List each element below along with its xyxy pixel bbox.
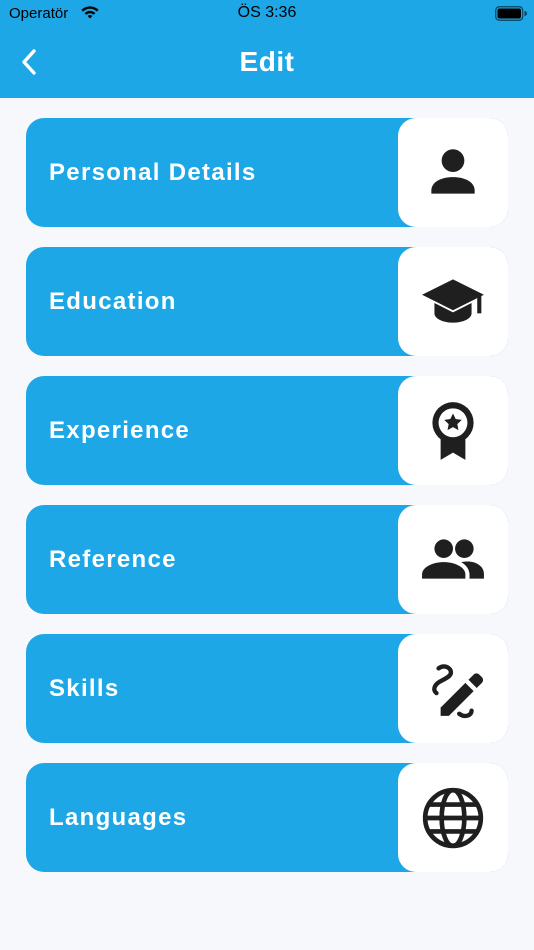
menu-item-label: Skills	[49, 674, 120, 702]
award-badge-icon	[432, 401, 474, 460]
menu-item-label: Languages	[49, 803, 188, 831]
battery-icon	[495, 6, 527, 21]
menu-item-label: Reference	[49, 545, 177, 573]
menu-item-reference[interactable]: Reference	[26, 505, 508, 614]
icon-box	[398, 118, 508, 227]
app-header: Operatör ÖS 3:36 Edit	[0, 0, 534, 98]
menu-item-skills[interactable]: Skills	[26, 634, 508, 743]
menu-item-label: Education	[49, 287, 177, 315]
page-title: Edit	[239, 46, 295, 77]
pencil-skills-icon	[432, 663, 484, 718]
menu-item-personal-details[interactable]: Personal Details	[26, 118, 508, 227]
status-bar: Operatör ÖS 3:36	[0, 0, 534, 28]
status-time: ÖS 3:36	[237, 4, 297, 21]
icon-box	[398, 634, 508, 743]
people-icon	[422, 538, 484, 579]
graduation-cap-icon	[422, 278, 484, 323]
menu-item-education[interactable]: Education	[26, 247, 508, 356]
icon-box	[398, 247, 508, 356]
icon-box	[398, 505, 508, 614]
menu-item-label: Experience	[49, 416, 191, 444]
menu-item-languages[interactable]: Languages	[26, 763, 508, 872]
icon-box	[398, 763, 508, 872]
globe-icon	[422, 787, 484, 848]
menu-item-experience[interactable]: Experience	[26, 376, 508, 485]
menu-item-label: Personal Details	[49, 158, 257, 186]
edit-menu: Personal Details Education Experience Re…	[26, 118, 508, 892]
icon-box	[398, 376, 508, 485]
person-icon	[431, 148, 475, 194]
